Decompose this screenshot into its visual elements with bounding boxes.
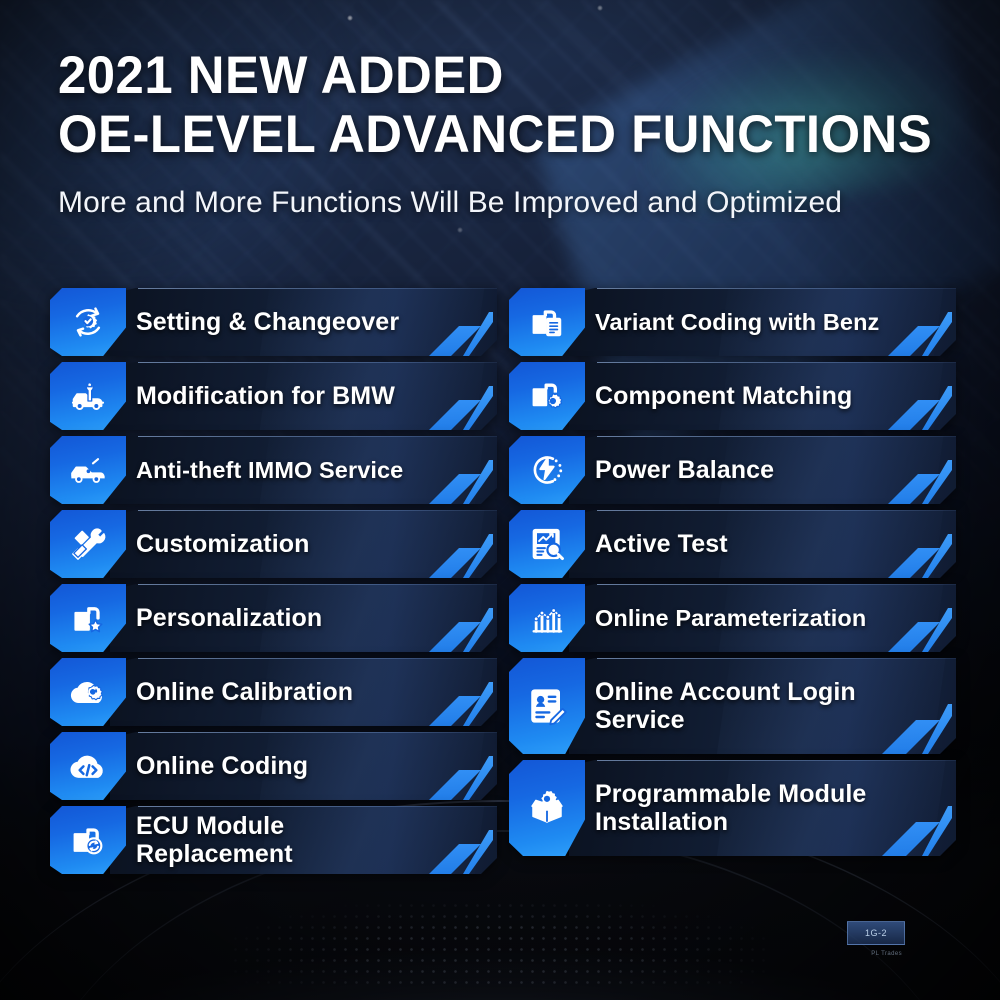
feature-card-left-4[interactable]: Personalization (50, 584, 497, 652)
feature-card-left-0[interactable]: Setting & Changeover (50, 288, 497, 356)
feature-columns: Setting & Changeover Modification for BM… (50, 288, 956, 874)
card-accent-chevron (429, 584, 493, 652)
feature-card-label: Online Coding (136, 751, 309, 780)
card-accent-chevron (429, 658, 493, 726)
feature-card-right-1[interactable]: Component Matching (509, 362, 956, 430)
card-accent-chevron (888, 436, 952, 504)
feature-card-label: Active Test (595, 529, 728, 558)
feature-card-body: Programmable Module Installation (569, 760, 956, 856)
hud-chip: 1G-2 (847, 921, 905, 945)
feature-card-label: Online Parameterization (595, 604, 867, 631)
feature-card-label: Setting & Changeover (136, 307, 400, 336)
feature-card-label: Customization (136, 529, 310, 558)
feature-card-label: Component Matching (595, 381, 853, 410)
feature-card-label: Personalization (136, 603, 323, 632)
feature-card-body: Online Parameterization (569, 584, 956, 652)
feature-card-left-3[interactable]: Customization (50, 510, 497, 578)
feature-card-body: Power Balance (569, 436, 956, 504)
page-title-line-1: 2021 NEW ADDED (58, 46, 504, 105)
feature-card-left-5[interactable]: Online Calibration (50, 658, 497, 726)
feature-card-left-7[interactable]: ECU Module Replacement (50, 806, 497, 874)
feature-card-label: Anti-theft IMMO Service (136, 456, 404, 483)
feature-card-left-6[interactable]: Online Coding (50, 732, 497, 800)
feature-card-body: ECU Module Replacement (110, 806, 497, 874)
feature-card-right-4[interactable]: Online Parameterization (509, 584, 956, 652)
feature-card-body: Online Coding (110, 732, 497, 800)
hud-caption: PL Trades (871, 951, 902, 957)
poster-root: 1G-2 PL Trades 2021 NEW ADDED OE-LEVEL A… (0, 0, 1000, 1000)
feature-card-left-1[interactable]: Modification for BMW (50, 362, 497, 430)
feature-card-right-5[interactable]: Online Account Login Service (509, 658, 956, 754)
page-title-line-2: OE-LEVEL ADVANCED FUNCTIONS (58, 105, 933, 165)
feature-card-body: Anti-theft IMMO Service (110, 436, 497, 504)
feature-card-body: Modification for BMW (110, 362, 497, 430)
feature-card-right-0[interactable]: Variant Coding with Benz (509, 288, 956, 356)
feature-card-label: Variant Coding with Benz (595, 308, 880, 335)
feature-card-label: Programmable Module Installation (595, 779, 867, 836)
feature-card-label: Online Calibration (136, 677, 354, 706)
page-subtitle: More and More Functions Will Be Improved… (58, 185, 843, 219)
feature-card-body: Component Matching (569, 362, 956, 430)
feature-card-body: Variant Coding with Benz (569, 288, 956, 356)
feature-card-right-2[interactable]: Power Balance (509, 436, 956, 504)
feature-card-body: Active Test (569, 510, 956, 578)
feature-card-label: Modification for BMW (136, 381, 395, 410)
feature-card-body: Online Account Login Service (569, 658, 956, 754)
feature-card-label: ECU Module Replacement (136, 811, 293, 868)
card-accent-chevron (429, 510, 493, 578)
feature-column-left: Setting & Changeover Modification for BM… (50, 288, 497, 874)
card-accent-chevron (429, 732, 493, 800)
feature-card-body: Setting & Changeover (110, 288, 497, 356)
feature-card-body: Customization (110, 510, 497, 578)
card-accent-chevron (888, 510, 952, 578)
feature-card-left-2[interactable]: Anti-theft IMMO Service (50, 436, 497, 504)
feature-card-right-6[interactable]: Programmable Module Installation (509, 760, 956, 856)
header: 2021 NEW ADDED OE-LEVEL ADVANCED FUNCTIO… (58, 46, 958, 223)
feature-card-body: Personalization (110, 584, 497, 652)
feature-card-body: Online Calibration (110, 658, 497, 726)
feature-card-label: Power Balance (595, 455, 775, 484)
feature-card-label: Online Account Login Service (595, 677, 856, 734)
feature-card-right-3[interactable]: Active Test (509, 510, 956, 578)
feature-column-right: Variant Coding with Benz Component Match… (509, 288, 956, 874)
